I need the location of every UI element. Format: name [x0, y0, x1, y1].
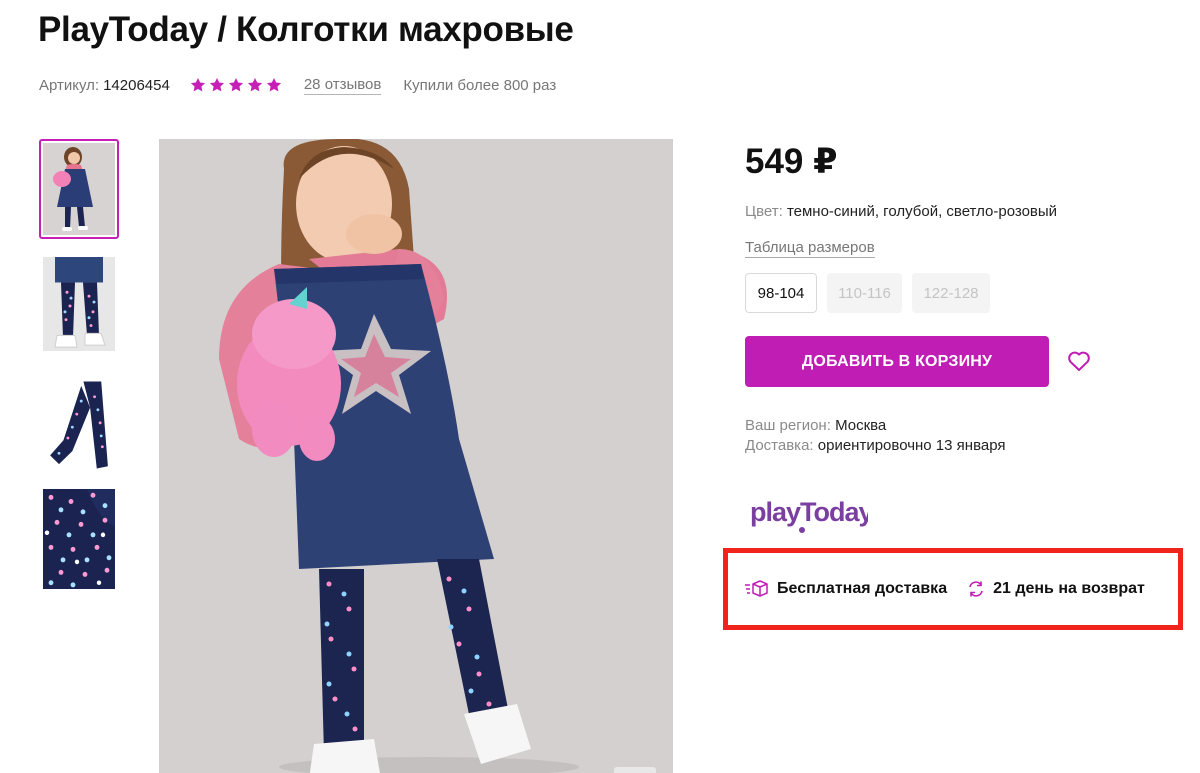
brand-logo[interactable]: playToday [748, 494, 875, 536]
girl-outfit-thumbnail-image [43, 143, 115, 235]
playtoday-logo: playToday [750, 497, 875, 533]
legs-thumbnail-image [43, 257, 115, 351]
product-price: 549 ₽ [745, 142, 838, 181]
reviews-link[interactable]: 28 отзывов [303, 76, 382, 95]
girl-in-dress-photo [159, 139, 673, 773]
returns-perk[interactable]: 21 день на возврат [967, 580, 1145, 598]
perks-row: Бесплатная доставка 21 день на возврат [745, 576, 1145, 602]
size-option-110-116[interactable]: 110-116 [827, 273, 902, 313]
color-value: темно-синий, голубой, светло-розовый [786, 203, 1058, 220]
fabric-closeup-thumbnail-image [43, 489, 115, 589]
star-icon [266, 77, 281, 92]
add-to-cart-button[interactable]: ДОБАВИТЬ В КОРЗИНУ [745, 336, 1049, 387]
delivery-info: Ваш регион: Москва Доставка: ориентирово… [745, 416, 1006, 456]
product-title: PlayToday / Колготки махровые [38, 10, 574, 49]
refresh-icon [969, 581, 983, 597]
thumbnail-folded-tights[interactable] [39, 375, 119, 475]
delivery-line: Доставка: ориентировочно 13 января [745, 436, 1006, 456]
free-delivery-perk[interactable]: Бесплатная доставка [745, 579, 947, 599]
delivery-label: Доставка: [745, 437, 814, 454]
purchase-count: Купили более 800 раз [403, 76, 557, 94]
color-label: Цвет: [745, 203, 783, 220]
favorite-button[interactable] [1065, 347, 1093, 375]
size-table-link[interactable]: Таблица размеров [745, 239, 875, 258]
region-value[interactable]: Москва [835, 417, 886, 434]
thumbnail-girl-outfit[interactable] [39, 139, 119, 239]
main-product-photo[interactable] [159, 139, 673, 773]
region-line: Ваш регион: Москва [745, 416, 1006, 436]
thumbnail-legs[interactable] [39, 257, 119, 357]
heart-icon [1068, 351, 1090, 371]
thumbnail-fabric-closeup[interactable] [39, 489, 119, 589]
product-meta: Артикул: 14206454 28 отзывов Купили боле… [39, 74, 556, 96]
brand-logo-text: playToday [750, 497, 868, 527]
delivery-box-icon [745, 580, 768, 597]
star-icon [247, 77, 262, 92]
star-icon [209, 77, 224, 92]
sku-value: 14206454 [103, 76, 170, 94]
star-icon [228, 77, 243, 92]
free-delivery-text: Бесплатная доставка [777, 580, 948, 597]
rating-stars[interactable] [190, 77, 282, 93]
region-label: Ваш регион: [745, 417, 831, 434]
returns-text: 21 день на возврат [993, 580, 1145, 597]
sku-label: Артикул: [39, 76, 100, 94]
delivery-value: ориентировочно 13 января [817, 437, 1006, 454]
size-selector: 98-104 110-116 122-128 [745, 273, 990, 313]
star-icon [190, 77, 205, 92]
size-option-122-128[interactable]: 122-128 [912, 273, 990, 313]
size-option-98-104[interactable]: 98-104 [745, 273, 817, 313]
color-info: Цвет: темно-синий, голубой, светло-розов… [745, 203, 1057, 220]
folded-tights-thumbnail-image [39, 375, 119, 475]
